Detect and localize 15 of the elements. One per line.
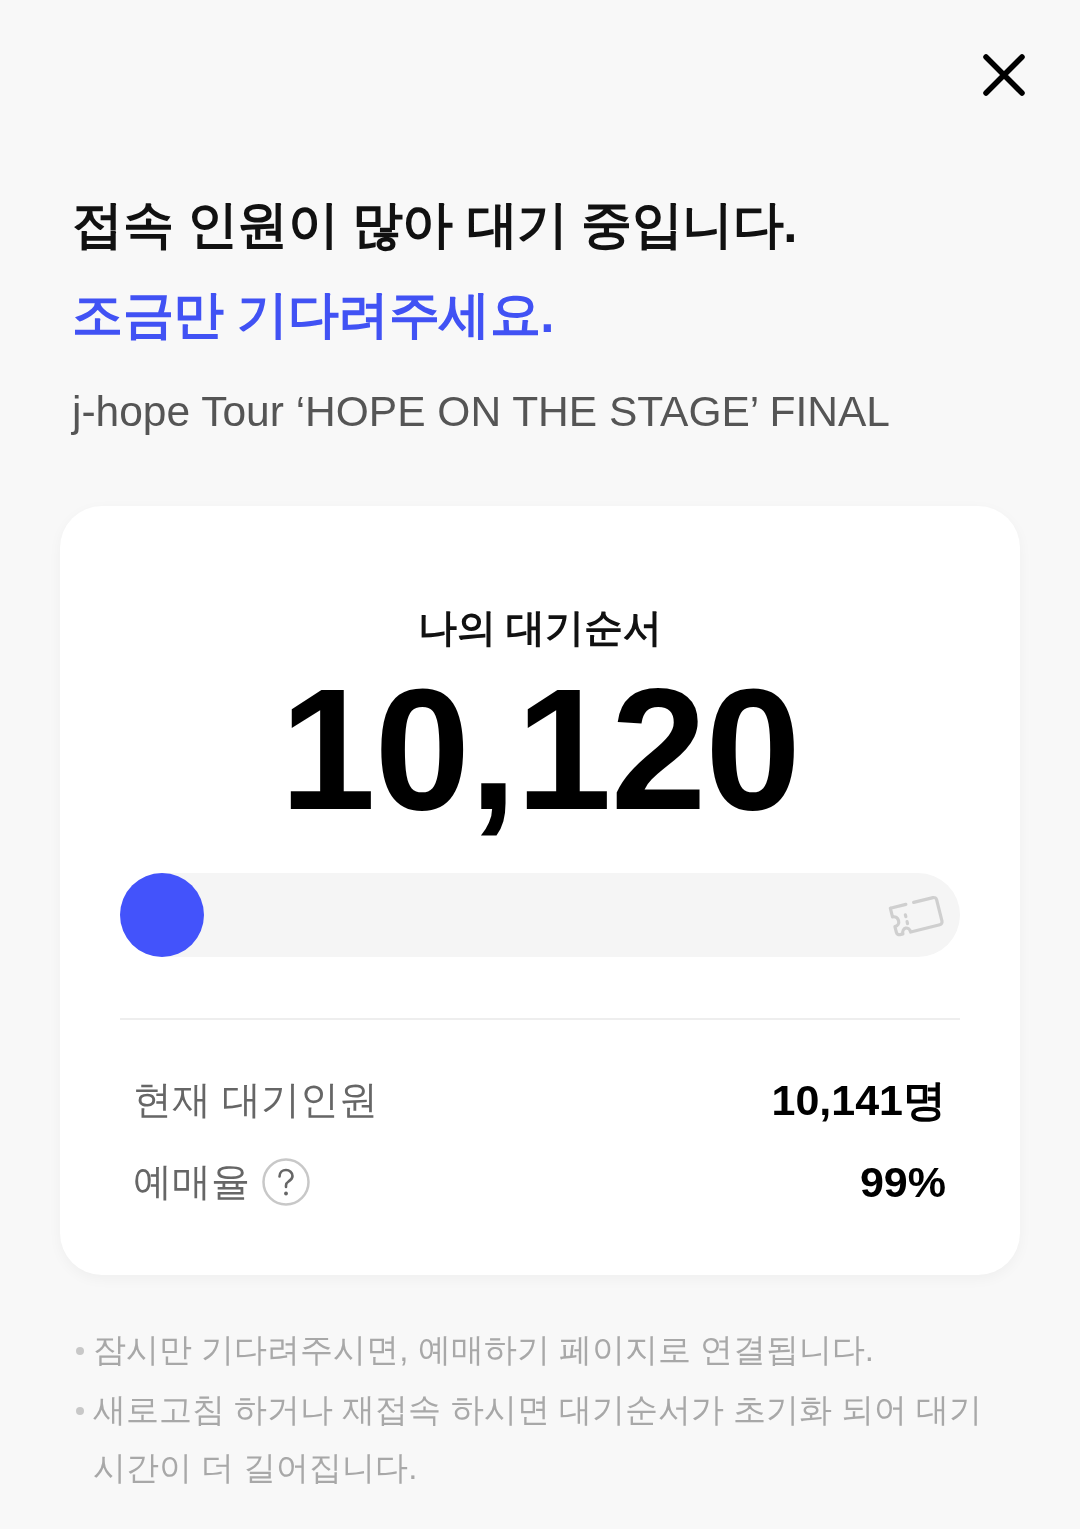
queue-label: 나의 대기순서 (417, 605, 663, 651)
stat-label: 현재 대기인원 (133, 1077, 378, 1123)
waiting-subtitle: 조금만 기다려주세요. (72, 285, 554, 345)
help-icon[interactable] (262, 1158, 310, 1206)
bullet-icon (76, 1407, 84, 1415)
stat-value: 10,141명 (771, 1075, 946, 1126)
waiting-title: 접속 인원이 많아 대기 중입니다. (72, 195, 797, 255)
note-text: 잠시만 기다려주시면, 예매하기 페이지로 연결됩니다. (93, 1330, 874, 1370)
close-icon[interactable] (982, 53, 1026, 97)
event-name: j-hope Tour ‘HOPE ON THE STAGE’ FINAL (72, 387, 890, 437)
stat-label: 예매율 (133, 1159, 250, 1205)
stat-value: 99% (859, 1157, 946, 1208)
bullet-icon (76, 1347, 84, 1355)
note-text: 새로고침 하거나 재접속 하시면 대기순서가 초기화 되어 대기 시간이 더 길어집니다. (93, 1390, 984, 1488)
queue-number: 10,120 (279, 663, 801, 835)
